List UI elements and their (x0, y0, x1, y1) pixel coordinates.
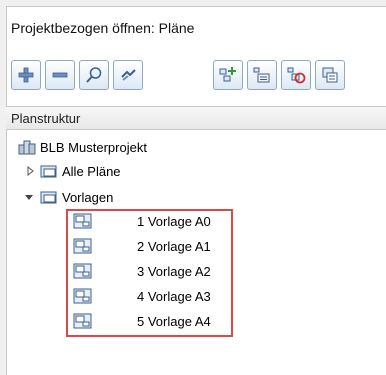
link-icon (121, 69, 136, 81)
search-button[interactable] (79, 60, 109, 90)
search-icon (86, 67, 102, 83)
tree-item-label: Alle Pläne (62, 163, 121, 179)
structure-delete-icon (287, 67, 306, 84)
remove-icon (52, 72, 68, 78)
add-icon (18, 67, 34, 83)
structure-list-button[interactable] (247, 60, 277, 90)
tree-item-alle-plaene[interactable]: Alle Pläne (40, 161, 121, 181)
collapse-arrow-icon[interactable] (24, 192, 34, 202)
structure-copy-icon (322, 67, 338, 83)
structure-copy-button[interactable] (315, 60, 345, 90)
structure-list-icon (253, 67, 270, 83)
project-icon (18, 140, 36, 155)
link-button[interactable] (113, 60, 143, 90)
column-header-label: Planstruktur (11, 111, 81, 126)
expand-arrow-icon[interactable] (25, 166, 35, 176)
tree-item-label: Vorlagen (62, 189, 114, 205)
structure-add-button[interactable] (213, 60, 243, 90)
column-header: Planstruktur (6, 106, 386, 130)
structure-add-icon (219, 67, 236, 82)
tree-item-project[interactable]: BLB Musterprojekt (18, 137, 147, 157)
tree-item-vorlagen[interactable]: Vorlagen (40, 187, 113, 207)
window-title: Projektbezogen öffnen: Pläne (11, 20, 195, 36)
structure-delete-button[interactable] (281, 60, 311, 90)
remove-button[interactable] (45, 60, 75, 90)
highlight-box (66, 209, 233, 337)
folder-icon (40, 165, 57, 178)
folder-icon (40, 191, 57, 204)
tree-item-label: BLB Musterprojekt (40, 139, 147, 155)
add-button[interactable] (11, 60, 41, 90)
